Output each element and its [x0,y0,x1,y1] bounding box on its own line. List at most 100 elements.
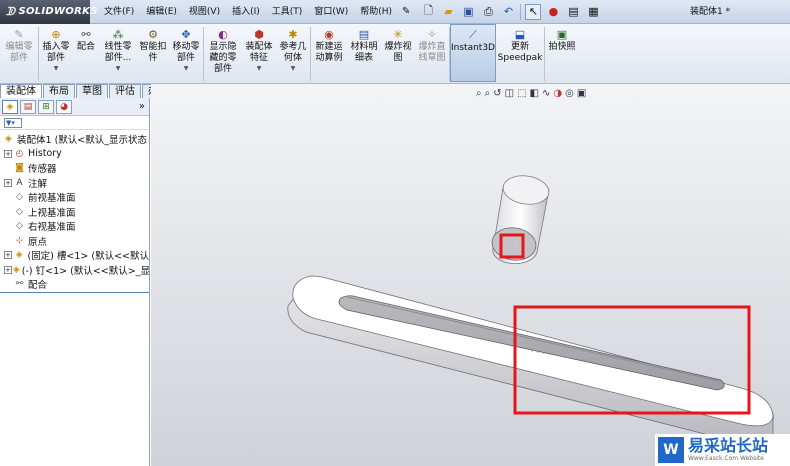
menu-item[interactable]: 编辑(E) [140,0,183,24]
tree-item[interactable]: ◈ 装配体1 (默认<默认_显示状态 [0,132,149,147]
filter-icon[interactable]: ▼▾ [4,117,22,128]
menu-item[interactable]: 窗口(W) [308,0,354,24]
dropdown-arrow-icon[interactable]: ▼ [54,65,59,72]
command-button[interactable]: ▤ 材料明 细表 [347,24,381,82]
command-label: 装配体 特征 [245,42,273,63]
exploded-view-icon: ✳ [393,27,403,41]
feature-manager-panel: ◈ ▤ ⊞ ◕ » ▼▾ ◈ 装配体1 (默认<默认_显示状态 + ◴ History ◙… [0,98,150,466]
dropdown-arrow-icon[interactable]: ▼ [116,65,121,72]
solidworks-logo[interactable]: ᗫ SOLIDWORKS [0,0,97,24]
feature-manager-tab-icon[interactable]: ◈ [2,99,18,114]
command-button[interactable]: ⟋ Instant3D [450,24,496,82]
open-folder-icon[interactable]: ▰ [440,4,456,20]
menu-item[interactable]: 工具(T) [266,0,309,24]
command-manager: ✎ 编辑零 部件 ⊕ 插入零 部件 ▼ ⚯ 配合 ⁂ 线性零 部件... ▼ ⚙ 智能扣 件 ✥ 移动零 … [0,24,790,84]
tree-item[interactable]: + ◈ (固定) 槽<1> (默认<<默认 [0,248,149,263]
expand-icon[interactable]: + [4,178,12,187]
watermark: W 易采站长站 Www.Easck.Com Website [655,434,790,466]
file-properties-icon[interactable]: ▤ [565,4,581,20]
tree-item[interactable]: ◙ 传感器 [0,161,149,176]
annotation-icon: A [16,177,23,188]
tree-item[interactable]: ◇ 前视基准面 [0,190,149,205]
command-label: 爆炸视 图 [384,42,412,63]
tree-item[interactable]: ⊹ 原点 [0,234,149,249]
tab[interactable]: 装配体 [0,84,42,98]
tree-item[interactable]: ⚯ 配合 [0,277,149,292]
expand-icon[interactable]: + [4,265,12,274]
command-label: 更新 Speedpak [497,42,543,63]
tree-item[interactable]: ◇ 上视基准面 [0,205,149,220]
tree-item-label: 右视基准面 [28,222,76,234]
slot-part[interactable] [287,275,774,444]
undo-icon[interactable]: ↶ [500,4,516,20]
edit-component-icon: ✎ [14,27,24,41]
command-label: 爆炸直 线草图 [418,42,446,63]
expand-icon[interactable]: + [4,251,12,260]
pin-part[interactable]: · [490,173,551,264]
tree-item[interactable]: ◇ 右视基准面 [0,219,149,234]
menu-item[interactable]: 插入(I) [226,0,266,24]
main-menu: 文件(F) 编辑(E) 视图(V) 插入(I) 工具(T) 窗口(W) 帮助(H) [98,0,398,24]
tree-item-label: 装配体1 (默认<默认_显示状态 [17,135,147,147]
sensor-icon: ◙ [15,163,24,174]
command-button[interactable]: ⬓ 更新 Speedpak [496,24,544,82]
part-icon: ◈ [15,250,23,261]
tab[interactable]: 草图 [76,84,108,98]
menu-item[interactable]: 文件(F) [98,0,140,24]
tab[interactable]: 布局 [43,84,75,98]
print-icon[interactable]: ⎙ [480,4,496,20]
toolbar-separator [520,3,522,20]
command-button[interactable]: ⚙ 智能扣 件 [137,24,169,82]
ds-logo-icon: ᗫ [6,4,16,18]
tree-item[interactable]: + A 注解 [0,176,149,191]
command-label: 材料明 细表 [350,42,378,63]
display-manager-tab-icon[interactable]: ◕ [56,99,72,114]
tree-item[interactable]: + ◈ (-) 钉<1> (默认<<默认>_显 [0,263,149,278]
command-button[interactable]: ◉ 新建运 动算例 [311,24,347,82]
tree-item-label: 注解 [28,178,48,190]
command-button[interactable]: ⁂ 线性零 部件... ▼ [99,24,137,82]
history-icon: ◴ [15,148,24,159]
command-button[interactable]: ▣ 拍快照 [545,24,579,82]
command-button[interactable]: ✱ 参考几 何体 ▼ [276,24,310,82]
menu-item[interactable]: 帮助(H) [354,0,398,24]
command-button[interactable]: ✳ 爆炸视 图 [381,24,415,82]
command-label: 新建运 动算例 [315,42,343,63]
3d-model-scene: · [287,173,774,444]
tree-item[interactable]: + ◴ History [0,147,149,162]
command-label: 插入零 部件 [42,42,70,63]
new-document-icon[interactable]: 🗋 [420,4,436,20]
dropdown-arrow-icon[interactable]: ▼ [257,65,262,72]
dropdown-arrow-icon[interactable]: ▼ [184,65,189,72]
command-button[interactable]: ⬢ 装配体 特征 ▼ [242,24,276,82]
expand-icon[interactable]: + [4,149,12,158]
configuration-manager-tab-icon[interactable]: ⊞ [38,99,54,114]
plane-icon: ◇ [16,221,23,232]
command-button[interactable]: ⚯ 配合 [73,24,99,82]
command-button[interactable]: ✎ 编辑零 部件 [0,24,38,82]
filter-row: ▼▾ [0,116,149,130]
tree-item-label: 配合 [28,280,48,292]
command-button[interactable]: ✧ 爆炸直 线草图 [415,24,449,82]
pin-icon[interactable]: ✎ [402,6,410,17]
dropdown-arrow-icon[interactable]: ▼ [291,65,296,72]
command-label: 编辑零 部件 [5,42,33,63]
panel-more-icon[interactable]: » [139,101,145,112]
tree-item-label: 传感器 [28,164,57,176]
options-icon[interactable]: ▦ [585,4,601,20]
assembly-icon: ◈ [5,134,12,145]
command-button[interactable]: ✥ 移动零 部件 ▼ [169,24,203,82]
tab[interactable]: 评估 [109,84,141,98]
property-manager-tab-icon[interactable]: ▤ [20,99,36,114]
menu-item[interactable]: 视图(V) [183,0,226,24]
feature-tree: ◈ 装配体1 (默认<默认_显示状态 + ◴ History ◙ 传感器 + A 注解 ◇ 前视基准面… [0,130,149,292]
show-hidden-icon: ◐ [218,27,228,41]
origin-icon: ⊹ [15,235,24,246]
save-icon[interactable]: ▣ [460,4,476,20]
explode-line-icon: ✧ [427,27,437,41]
command-button[interactable]: ◐ 显示隐 藏的零 部件 [204,24,242,82]
command-button[interactable]: ⊕ 插入零 部件 ▼ [39,24,73,82]
rebuild-traffic-light-icon[interactable]: ● [545,4,561,20]
select-pointer-icon[interactable]: ↖ [525,3,542,20]
command-label: 参考几 何体 [279,42,307,63]
